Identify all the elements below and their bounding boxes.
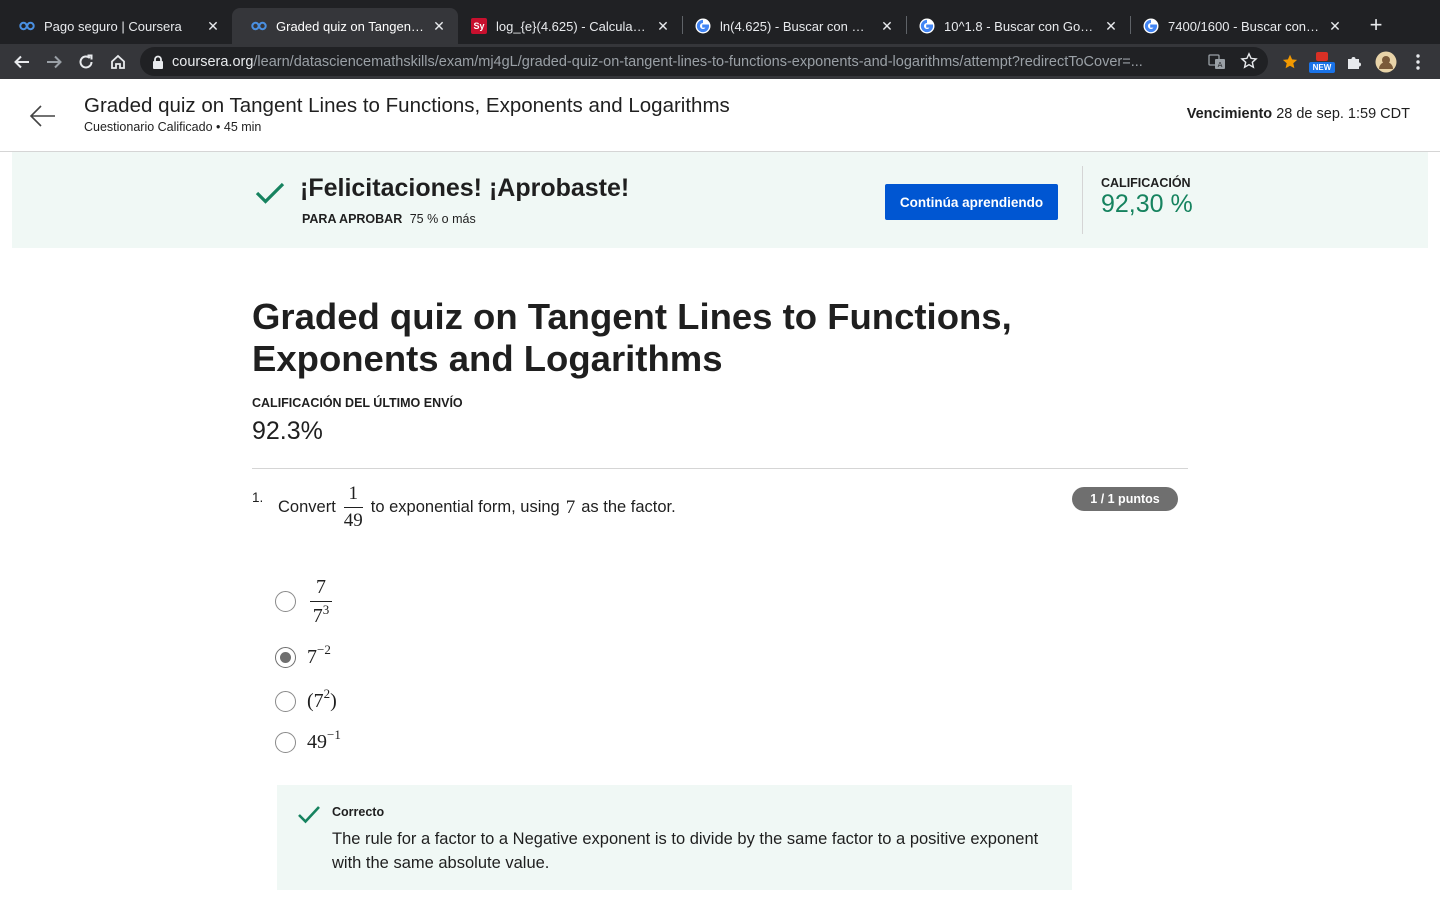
bookmark-star-icon[interactable]: [1240, 52, 1258, 70]
translate-icon[interactable]: A: [1208, 53, 1226, 71]
browser-tab[interactable]: 10^1.8 - Buscar con Google ✕: [900, 8, 1130, 44]
continue-learning-button[interactable]: Continúa aprendiendo: [885, 184, 1058, 220]
lock-icon: [152, 55, 164, 69]
browser-tab[interactable]: Sy log_{e}(4.625) - Calculadora de Logar…: [452, 8, 682, 44]
forward-icon[interactable]: [40, 48, 68, 76]
menu-kebab-icon[interactable]: [1404, 48, 1432, 76]
close-tab-icon[interactable]: ✕: [1326, 17, 1344, 35]
pass-title: ¡Felicitaciones! ¡Aprobaste!: [300, 174, 630, 202]
tab-title: 10^1.8 - Buscar con Google: [944, 18, 1096, 34]
option-label: 49−1: [307, 727, 341, 753]
profile-avatar[interactable]: [1372, 48, 1400, 76]
header-subtitle: Cuestionario Calificado • 45 min: [84, 120, 262, 134]
back-icon[interactable]: [8, 48, 36, 76]
feedback-title: Correcto: [332, 805, 385, 819]
browser-tab[interactable]: Pago seguro | Coursera ✕: [0, 8, 232, 44]
divider: [252, 468, 1188, 469]
grade-value: 92,30 %: [1101, 190, 1193, 218]
check-icon: [297, 802, 321, 826]
new-badge: NEW: [1309, 62, 1335, 73]
grade-label: CALIFICACIÓN: [1101, 176, 1191, 190]
google-icon: [1142, 17, 1160, 35]
answer-option[interactable]: 49−1: [275, 727, 341, 754]
question-prompt: Convert 1 49 to exponential form, using …: [278, 483, 676, 532]
radio-button[interactable]: [275, 691, 296, 712]
points-badge: 1 / 1 puntos: [1072, 487, 1178, 511]
close-tab-icon[interactable]: ✕: [430, 17, 448, 35]
option-label: (72): [307, 686, 337, 712]
browser-tab[interactable]: ln(4.625) - Buscar con Google ✕: [676, 8, 906, 44]
quiz-header: Graded quiz on Tangent Lines to Function…: [0, 79, 1440, 152]
feedback-box: Correcto The rule for a factor to a Nega…: [277, 785, 1072, 890]
check-icon: [254, 176, 286, 208]
question-fraction: 1 49: [343, 483, 363, 531]
answer-option-selected[interactable]: 7−2: [275, 642, 331, 669]
radio-button-selected[interactable]: [275, 647, 296, 668]
tab-title: ln(4.625) - Buscar con Google: [720, 18, 872, 34]
due-value: 28 de sep. 1:59 CDT: [1276, 106, 1410, 122]
question-suffix: as the factor.: [581, 498, 676, 516]
radio-button[interactable]: [275, 732, 296, 753]
feedback-text: The rule for a factor to a Negative expo…: [332, 830, 1039, 872]
tab-title: Graded quiz on Tangent Lines to Function…: [276, 18, 424, 34]
pass-threshold: PARA APROBAR 75 % o más: [302, 212, 476, 226]
pass-banner: ¡Felicitaciones! ¡Aprobaste! PARA APROBA…: [12, 152, 1428, 248]
close-tab-icon[interactable]: ✕: [654, 17, 672, 35]
browser-tab-strip: Pago seguro | Coursera ✕ Graded quiz on …: [0, 0, 1440, 44]
answer-option[interactable]: (72): [275, 686, 337, 713]
header-title: Graded quiz on Tangent Lines to Function…: [84, 94, 730, 117]
google-icon: [918, 17, 936, 35]
tab-title: Pago seguro | Coursera: [44, 18, 182, 34]
symbolab-icon: Sy: [470, 17, 488, 35]
tab-title: log_{e}(4.625) - Calculadora de Logaritm…: [496, 18, 648, 34]
back-arrow-icon[interactable]: [28, 101, 58, 131]
option-label: 7 73: [310, 576, 332, 627]
due-date: Vencimiento 28 de sep. 1:59 CDT: [1187, 106, 1410, 122]
close-tab-icon[interactable]: ✕: [878, 17, 896, 35]
tab-title: 7400/1600 - Buscar con Google: [1168, 18, 1320, 34]
extensions-puzzle-icon[interactable]: [1340, 48, 1368, 76]
close-tab-icon[interactable]: ✕: [1102, 17, 1120, 35]
reload-icon[interactable]: [72, 48, 100, 76]
extension-new-icon[interactable]: NEW: [1307, 48, 1337, 76]
radio-button[interactable]: [275, 591, 296, 612]
address-bar[interactable]: coursera.org/learn/datasciencemathskills…: [140, 47, 1268, 76]
last-submission-grade: 92.3%: [252, 417, 323, 445]
browser-tab[interactable]: 7400/1600 - Buscar con Google ✕: [1124, 8, 1354, 44]
browser-tab-active[interactable]: Graded quiz on Tangent Lines to Function…: [232, 8, 458, 44]
google-icon: [694, 17, 712, 35]
question-number: 1.: [252, 490, 264, 505]
option-label: 7−2: [307, 642, 331, 668]
new-tab-icon[interactable]: +: [1364, 12, 1388, 37]
coursera-icon: [250, 17, 268, 35]
address-url: coursera.org/learn/datasciencemathskills…: [172, 53, 1143, 70]
svg-text:A: A: [1218, 61, 1223, 69]
question-factor: 7: [565, 496, 576, 518]
browser-toolbar: coursera.org/learn/datasciencemathskills…: [0, 44, 1440, 79]
page-title: Graded quiz on Tangent Lines to Function…: [252, 296, 1012, 379]
close-tab-icon[interactable]: ✕: [204, 17, 222, 35]
question-middle: to exponential form, using: [370, 498, 560, 516]
extension-star-icon[interactable]: [1276, 48, 1304, 76]
last-submission-label: CALIFICACIÓN DEL ÚLTIMO ENVÍO: [252, 396, 463, 410]
home-icon[interactable]: [104, 48, 132, 76]
question-prefix: Convert: [278, 498, 336, 516]
coursera-icon: [18, 17, 36, 35]
due-label: Vencimiento: [1186, 106, 1273, 122]
banner-divider: [1082, 166, 1083, 234]
answer-option[interactable]: 7 73: [275, 576, 332, 627]
